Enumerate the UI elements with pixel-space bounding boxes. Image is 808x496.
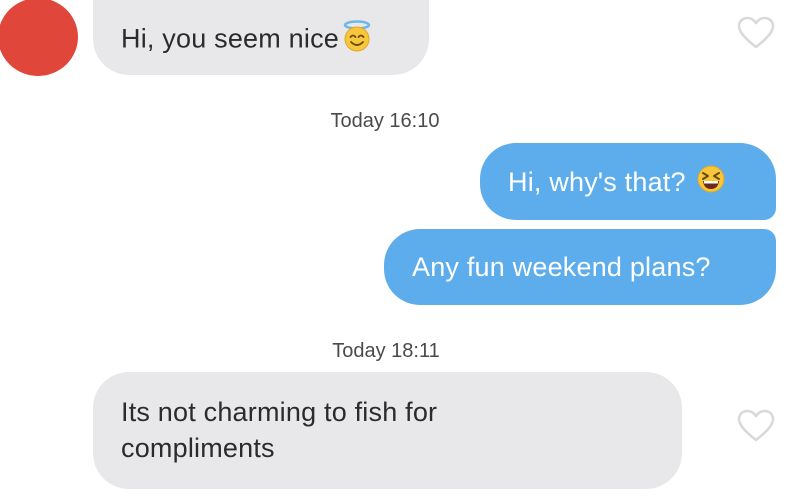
like-heart-icon[interactable] — [737, 16, 775, 50]
message-bubble-received[interactable]: Hi, you seem nice — [93, 0, 429, 75]
message-text: Hi, you seem nice — [121, 23, 339, 54]
like-heart-icon[interactable] — [737, 409, 775, 443]
message-text: Any fun weekend plans? — [412, 252, 711, 282]
message-bubble-received[interactable]: Its not charming to fish for compliments — [93, 372, 682, 489]
timestamp: Today 18:11 — [332, 340, 440, 362]
message-bubble-sent[interactable]: Hi, why's that? — [480, 143, 776, 220]
contact-avatar[interactable] — [0, 0, 78, 76]
message-bubble-sent[interactable]: Any fun weekend plans? — [384, 229, 776, 305]
timestamp: Today 16:10 — [330, 110, 440, 132]
message-text: Hi, why's that? — [508, 167, 686, 197]
smiling-face-with-halo-icon — [342, 20, 372, 61]
grinning-squinting-face-icon — [696, 164, 726, 203]
message-text: Its not charming to fish for compliments — [121, 397, 438, 463]
chat-thread: Hi, you seem nice Today 16:10 Hi, why's … — [0, 0, 808, 496]
